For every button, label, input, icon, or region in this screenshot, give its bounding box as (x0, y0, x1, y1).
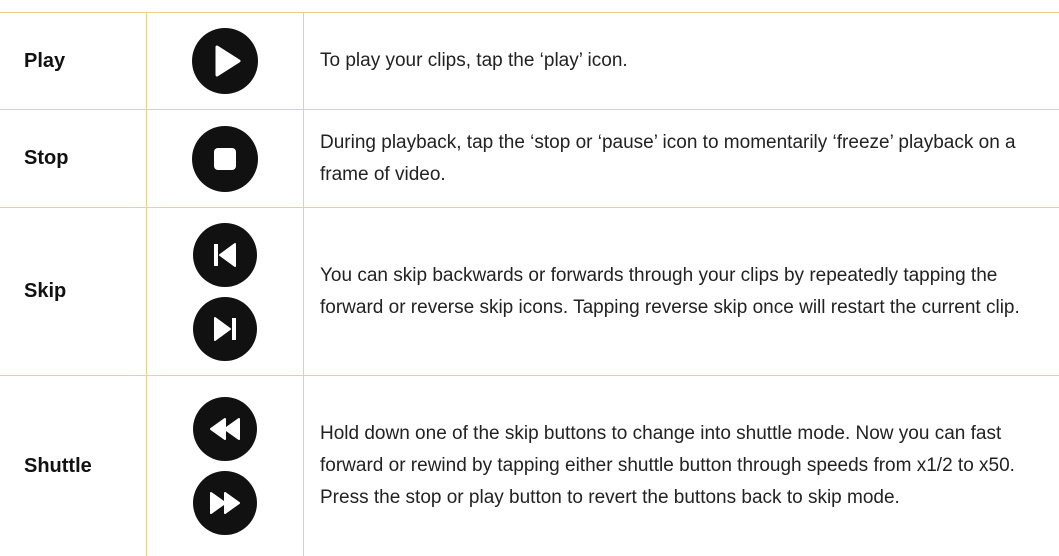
transport-controls-table: Play To play your clips, tap the ‘play’ … (0, 12, 1059, 556)
table-row-shuttle: Shuttle Hold down one of the skip button… (0, 376, 1059, 556)
play-icon[interactable] (191, 27, 259, 95)
control-name-stop: Stop (0, 110, 147, 207)
table-row-play: Play To play your clips, tap the ‘play’ … (0, 13, 1059, 110)
rewind-icon[interactable] (192, 396, 258, 462)
icon-cell-stop (147, 110, 304, 207)
control-name-play: Play (0, 13, 147, 109)
table-row-skip: Skip You can skip backwards or forwards … (0, 208, 1059, 376)
control-name-skip: Skip (0, 208, 147, 375)
fast-forward-icon[interactable] (192, 470, 258, 536)
table-row-stop: Stop During playback, tap the ‘stop or ‘… (0, 110, 1059, 208)
skip-back-icon[interactable] (192, 222, 258, 288)
control-description-skip: You can skip backwards or forwards throu… (320, 264, 1020, 318)
icon-cell-play (147, 13, 304, 109)
control-description-stop: During playback, tap the ‘stop or ‘pause… (320, 131, 1016, 185)
skip-forward-icon[interactable] (192, 296, 258, 362)
control-name-shuttle: Shuttle (0, 376, 147, 556)
icon-cell-shuttle (147, 376, 304, 556)
icon-cell-skip (147, 208, 304, 375)
control-description-shuttle: Hold down one of the skip buttons to cha… (320, 423, 1015, 508)
control-description-play: To play your clips, tap the ‘play’ icon. (320, 50, 628, 71)
stop-icon[interactable] (191, 125, 259, 193)
